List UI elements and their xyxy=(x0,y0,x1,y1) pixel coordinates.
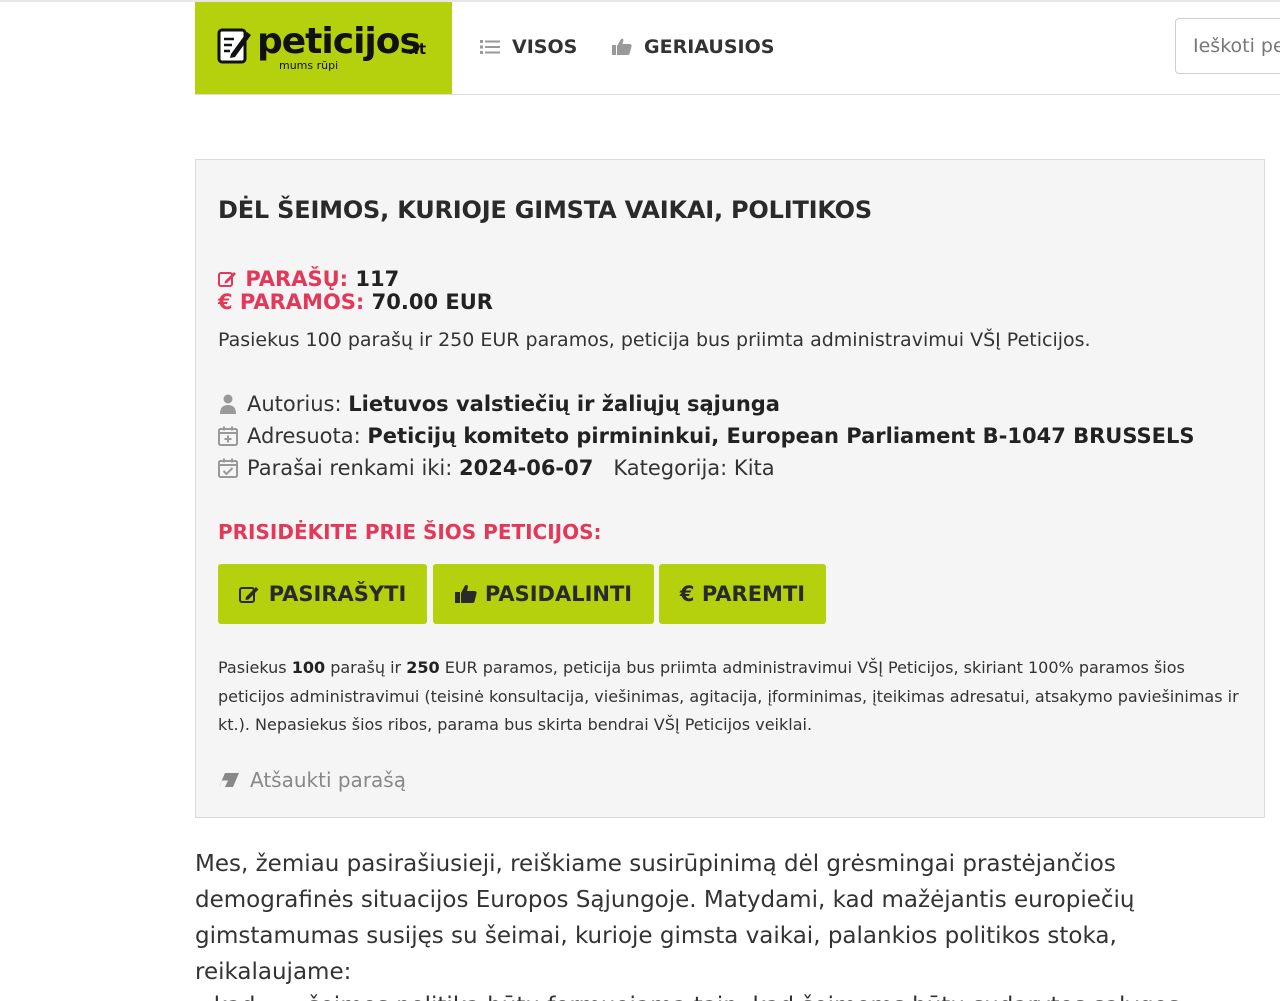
logo-tld: .lt xyxy=(408,40,427,58)
note-support-goal: 250 xyxy=(406,658,440,677)
search-input[interactable] xyxy=(1175,18,1280,74)
revoke-signature-link[interactable]: Atšaukti parašą xyxy=(218,768,406,792)
nav-all[interactable]: VISOS xyxy=(480,34,577,60)
support-amount: € PARAMOS: 70.00 EUR xyxy=(218,290,493,314)
thumbs-up-icon xyxy=(454,584,477,604)
logo-wordmark: peticijos xyxy=(257,21,421,62)
pencil-square-icon xyxy=(218,267,245,291)
petition-body-paragraph: Mes, žemiau pasirašiusieji, reiškiame su… xyxy=(195,851,1135,985)
support-label: € PARAMOS: xyxy=(218,290,365,314)
petition-body-next-line: – kad ….. šeimos politika būtų formuojam… xyxy=(195,988,1270,1001)
nav-best-label: GERIAUSIOS xyxy=(644,36,775,58)
deadline-value: 2024-06-07 xyxy=(459,456,594,480)
category-value: Kita xyxy=(733,456,775,480)
deadline-row: Parašai renkami iki: 2024-06-07 Kategori… xyxy=(218,456,775,480)
author-value: Lietuvos valstiečių ir žaliųjų sąjunga xyxy=(348,392,780,416)
site-header: peticijos .lt mums rūpi VISOS GERIAUSIOS xyxy=(195,2,1280,95)
list-icon xyxy=(480,39,500,55)
revoke-label: Atšaukti parašą xyxy=(250,768,406,792)
category-label: Kategorija: xyxy=(613,456,728,480)
signatures-count: PARAŠŲ: 117 xyxy=(218,267,399,291)
join-heading: PRISIDĖKITE PRIE ŠIOS PETICIJOS: xyxy=(218,520,602,544)
goal-text: Pasiekus 100 parašų ir 250 EUR paramos, … xyxy=(218,329,1091,351)
user-icon xyxy=(218,394,238,414)
note-text-1: Pasiekus xyxy=(218,658,292,677)
logo-slogan: mums rūpi xyxy=(279,59,339,72)
petition-pen-icon xyxy=(217,28,251,64)
signatures-value: 117 xyxy=(355,267,400,291)
support-note: Pasiekus 100 parašų ir 250 EUR paramos, … xyxy=(218,654,1248,740)
calendar-plus-icon xyxy=(218,426,238,446)
addressed-value: Peticijų komiteto pirmininkui, European … xyxy=(367,424,1195,448)
share-button[interactable]: PASIDALINTI xyxy=(433,564,654,624)
support-value: 70.00 EUR xyxy=(371,290,493,314)
deadline-label: Parašai renkami iki: xyxy=(247,456,453,480)
author-label: Autorius: xyxy=(247,392,342,416)
note-text-2: parašų ir xyxy=(325,658,407,677)
thumbs-up-icon xyxy=(612,38,632,56)
sign-button-label: PASIRAŠYTI xyxy=(268,582,407,606)
support-button-label: € PAREMTI xyxy=(679,582,806,606)
pencil-square-icon xyxy=(238,584,261,604)
petition-title: DĖL ŠEIMOS, KURIOJE GIMSTA VAIKAI, POLIT… xyxy=(218,196,872,224)
site-logo[interactable]: peticijos .lt mums rūpi xyxy=(195,2,452,94)
signatures-label: PARAŠŲ: xyxy=(245,267,349,291)
calendar-check-icon xyxy=(218,458,238,478)
petition-card: DĖL ŠEIMOS, KURIOJE GIMSTA VAIKAI, POLIT… xyxy=(195,159,1265,818)
author-row: Autorius: Lietuvos valstiečių ir žaliųjų… xyxy=(218,392,780,416)
eraser-icon xyxy=(218,772,240,788)
nav-best[interactable]: GERIAUSIOS xyxy=(612,34,774,60)
nav-all-label: VISOS xyxy=(512,36,578,58)
share-button-label: PASIDALINTI xyxy=(484,582,633,606)
note-signature-goal: 100 xyxy=(291,658,326,677)
addressed-label: Adresuota: xyxy=(247,424,361,448)
addressed-row: Adresuota: Peticijų komiteto pirmininkui… xyxy=(218,424,1195,448)
sign-button[interactable]: PASIRAŠYTI xyxy=(218,564,427,624)
support-button[interactable]: € PAREMTI xyxy=(659,564,826,624)
